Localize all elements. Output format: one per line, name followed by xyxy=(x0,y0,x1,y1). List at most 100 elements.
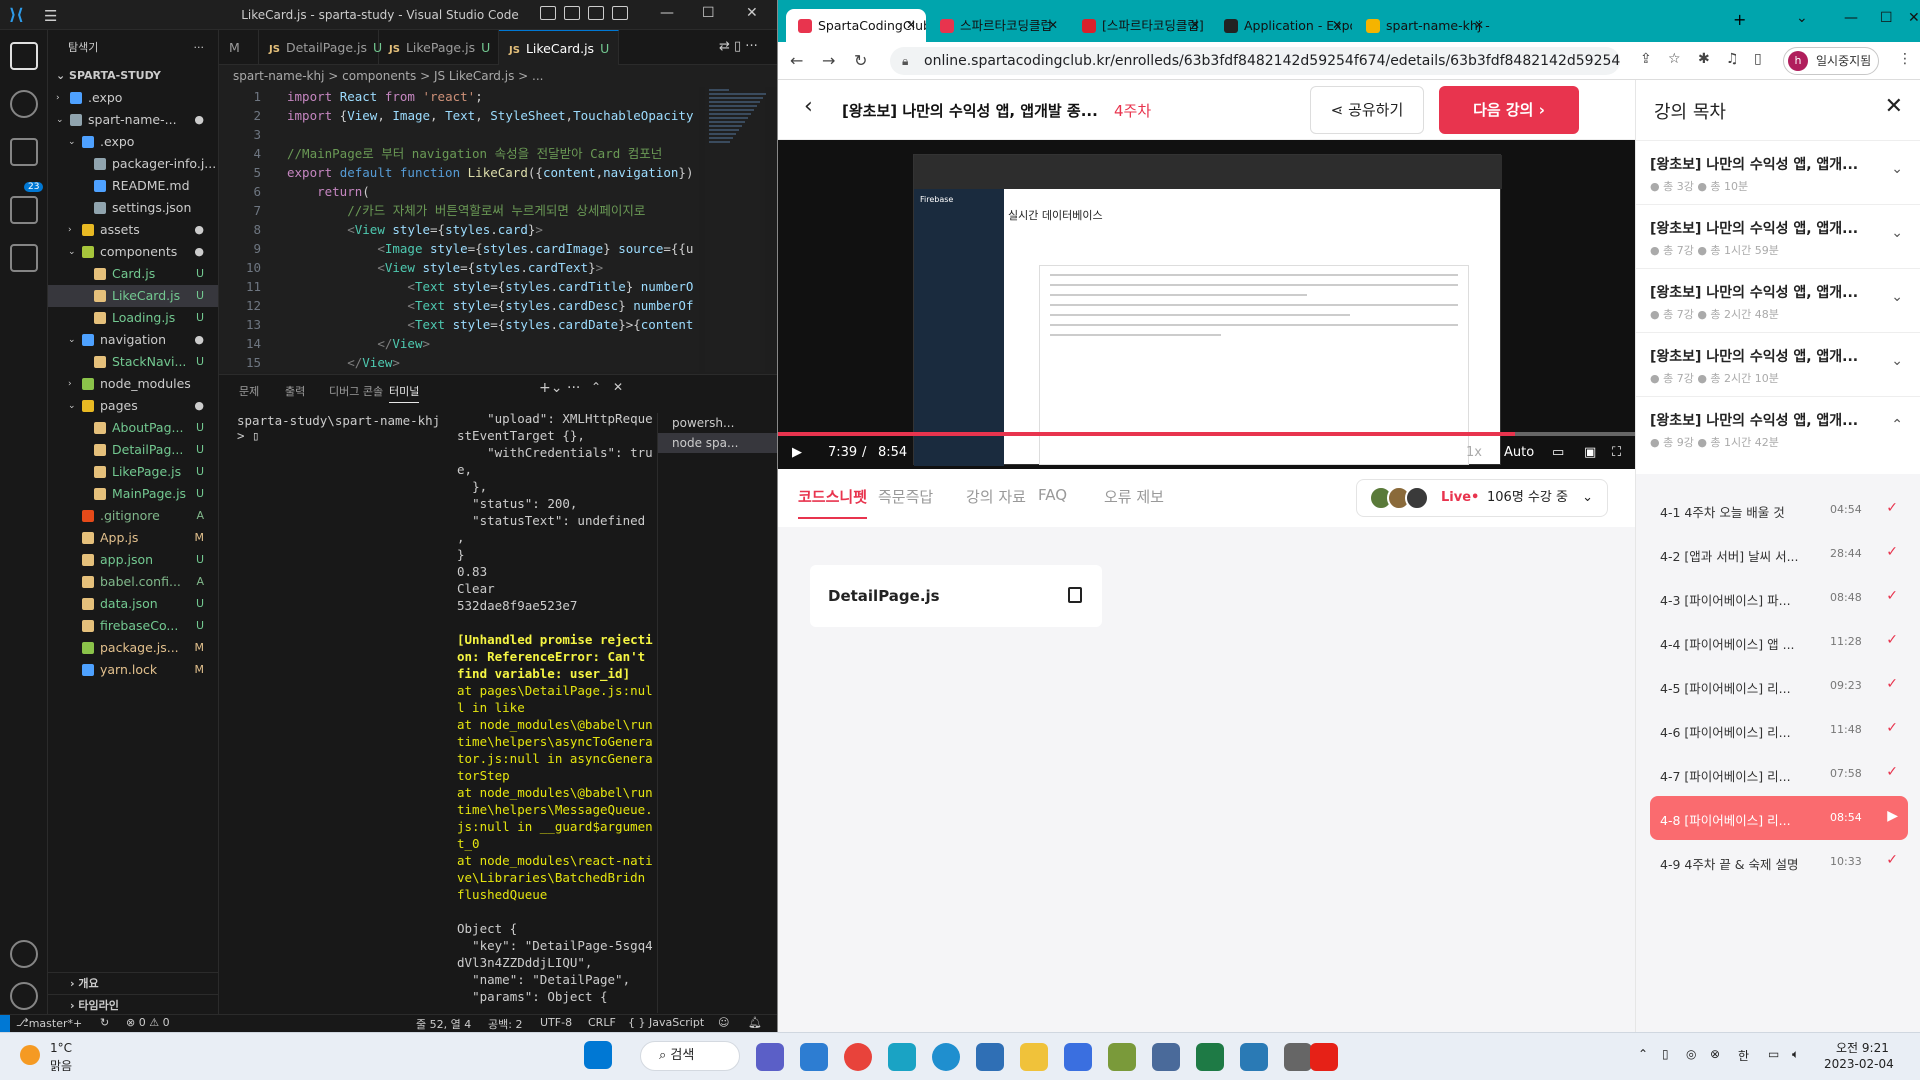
app-tray-icon[interactable]: ◎ xyxy=(1686,1047,1696,1061)
share-page-icon[interactable]: ⇪ xyxy=(1640,51,1652,67)
media-icon[interactable]: ♫ xyxy=(1726,51,1739,67)
network-icon[interactable]: ▭ xyxy=(1768,1047,1779,1061)
tree-item[interactable]: packager-info.j... xyxy=(48,153,218,175)
video-player[interactable]: Firebase 실시간 데이터베이스 ▶ 7:39 / 8:54 🔈︎ 1x … xyxy=(778,140,1635,469)
menu-icon[interactable]: ☰ xyxy=(44,7,57,25)
more-actions-icon[interactable]: ··· xyxy=(194,30,205,65)
fullscreen-icon[interactable]: ⛶ xyxy=(1612,445,1621,460)
editor-tab[interactable]: JSLikeCard.jsU ✕ xyxy=(499,30,619,93)
code-editor[interactable]: 1 import React from 'react'; 2 import {View… xyxy=(219,87,699,372)
line-ending[interactable]: CRLF xyxy=(588,1016,616,1029)
search-icon[interactable] xyxy=(10,90,38,118)
tree-item[interactable]: firebaseCo... U xyxy=(48,615,218,637)
copy-icon[interactable] xyxy=(1068,587,1082,603)
volume-icon[interactable]: 🔈︎ xyxy=(1792,1047,1799,1062)
share-button[interactable]: ⋖ 공유하기 xyxy=(1310,86,1424,134)
close-tab-icon[interactable]: ✕ xyxy=(1332,9,1342,42)
new-tab-button[interactable]: + xyxy=(1733,10,1746,29)
panel-tab[interactable]: 문제 xyxy=(239,383,259,399)
lesson-item[interactable]: 4-1 4주차 오늘 배울 것 04:54 ✓ xyxy=(1650,488,1908,532)
source-control-icon[interactable] xyxy=(10,138,38,166)
tree-item[interactable]: app.json U xyxy=(48,549,218,571)
panel-tab[interactable]: 출력 xyxy=(285,383,305,399)
chrome-icon[interactable] xyxy=(844,1043,872,1071)
week-item[interactable]: [왕초보] 나만의 수익성 앱, 앱개... ● 총 3강 ● 총 10분 ⌄ xyxy=(1636,140,1920,204)
close-panel-icon[interactable]: ✕ xyxy=(613,380,623,394)
lesson-item[interactable]: 4-9 4주차 끝 & 숙제 설명 10:33 ✓ xyxy=(1650,840,1908,884)
week-item[interactable]: [왕초보] 나만의 수익성 앱, 앱개... ● 총 7강 ● 총 1시간 59분… xyxy=(1636,204,1920,268)
language-mode[interactable]: { } JavaScript xyxy=(628,1016,704,1029)
feedback-icon[interactable]: ☺ xyxy=(718,1016,729,1029)
monitor-icon[interactable] xyxy=(888,1043,916,1071)
week-item[interactable]: [왕초보] 나만의 수익성 앱, 앱개... ● 총 7강 ● 총 2시간 10분… xyxy=(1636,332,1920,396)
maximize-icon[interactable]: ☐ xyxy=(702,5,715,21)
browser-tab[interactable]: spart-name-khj - F ✕ xyxy=(1354,9,1494,42)
tree-item[interactable]: ⌄ spart-name-... ● xyxy=(48,109,218,131)
pip-icon[interactable]: ▣ xyxy=(1584,445,1596,460)
lecture-tab[interactable]: 코드스니펫 xyxy=(798,486,868,519)
browser-tab[interactable]: 스파르타코딩클럽 ✕ xyxy=(928,9,1068,42)
breadcrumb[interactable]: spart-name-khj > components > JS LikeCar… xyxy=(219,65,777,87)
speed-button[interactable]: 1x xyxy=(1466,445,1482,460)
lesson-item[interactable]: 4-2 [앱과 서버] 날씨 서... 28:44 ✓ xyxy=(1650,532,1908,576)
tree-item[interactable]: data.json U xyxy=(48,593,218,615)
browser-tab[interactable]: SpartaCodingClub ✕ xyxy=(786,9,926,42)
app-icon[interactable] xyxy=(1108,1043,1136,1071)
tree-item[interactable]: › .expo xyxy=(48,87,218,109)
captions-icon[interactable]: ▭ xyxy=(1552,445,1564,460)
cursor-position[interactable]: 줄 52, 열 4 xyxy=(416,1016,471,1032)
indentation[interactable]: 공백: 2 xyxy=(488,1016,522,1032)
tree-item[interactable]: ⌄ .expo xyxy=(48,131,218,153)
terminal-instance[interactable]: powersh... xyxy=(658,413,777,433)
tree-item[interactable]: yarn.lock M xyxy=(48,659,218,681)
explorer-icon[interactable] xyxy=(10,42,38,70)
app-icon[interactable] xyxy=(1064,1043,1092,1071)
close-tab-icon[interactable]: ✕ xyxy=(1190,9,1200,42)
problems-indicator[interactable]: ⊗ 0 ⚠ 0 xyxy=(126,1016,170,1029)
new-terminal-icon[interactable]: +⌄ xyxy=(539,380,562,396)
reload-icon[interactable]: ↻ xyxy=(854,51,867,70)
maximize-panel-icon[interactable]: ⌃ xyxy=(591,380,601,394)
usb-icon[interactable]: ▯ xyxy=(1662,1047,1669,1061)
branch-indicator[interactable]: ⎇ master*+ xyxy=(16,1016,82,1030)
tree-item[interactable]: MainPage.js U xyxy=(48,483,218,505)
encoding[interactable]: UTF-8 xyxy=(540,1016,572,1029)
tree-item[interactable]: babel.confi... A xyxy=(48,571,218,593)
tree-item[interactable]: package.js... M xyxy=(48,637,218,659)
timeline-header[interactable]: › 타임라인 xyxy=(48,994,219,1016)
start-icon[interactable] xyxy=(584,1041,612,1069)
minimize-icon[interactable]: — xyxy=(1844,10,1858,26)
close-tab-icon[interactable]: ✕ xyxy=(906,9,916,42)
app-icon[interactable] xyxy=(1284,1043,1312,1071)
tree-item[interactable]: Card.js U xyxy=(48,263,218,285)
play-icon[interactable]: ▶ xyxy=(792,445,802,460)
edge-icon[interactable] xyxy=(932,1043,960,1071)
next-lecture-button[interactable]: 다음 강의 › xyxy=(1439,86,1579,134)
bookmark-star-icon[interactable]: ☆ xyxy=(1668,51,1681,67)
excel-icon[interactable] xyxy=(1196,1043,1224,1071)
maximize-icon[interactable]: ☐ xyxy=(1880,10,1893,26)
browser-tab[interactable]: [스파르타코딩클럽] ✕ xyxy=(1070,9,1210,42)
lecture-tab[interactable]: 즉문즉답 xyxy=(878,486,933,507)
tree-item[interactable]: README.md xyxy=(48,175,218,197)
terminal-prompt-area[interactable]: sparta-study\spart-name-khj > ▯ xyxy=(237,413,442,443)
media-player-icon[interactable] xyxy=(976,1043,1004,1071)
code-snippet-card[interactable]: DetailPage.js xyxy=(810,565,1102,627)
side-panel-icon[interactable]: ▯ xyxy=(1754,51,1762,67)
app-tray-icon[interactable]: ⊗ xyxy=(1710,1047,1720,1061)
lesson-item[interactable]: 4-3 [파이어베이스] 파... 08:48 ✓ xyxy=(1650,576,1908,620)
tree-item[interactable]: App.js M xyxy=(48,527,218,549)
lecture-tab[interactable]: FAQ xyxy=(1038,486,1067,504)
toggle-sidebar-icon[interactable] xyxy=(540,6,556,20)
live-viewers[interactable]: Live• 106명 수강 중 ⌄ xyxy=(1356,479,1608,517)
lesson-item[interactable]: 4-6 [파이어베이스] 리... 11:48 ✓ xyxy=(1650,708,1908,752)
profile-button[interactable]: h 일시중지됨 xyxy=(1783,47,1879,75)
week-item[interactable]: [왕초보] 나만의 수익성 앱, 앱개... ● 총 9강 ● 총 1시간 42분… xyxy=(1636,396,1920,460)
tree-item[interactable]: LikeCard.js U xyxy=(48,285,218,307)
chevron-up-icon[interactable]: ⌃ xyxy=(1638,1047,1648,1061)
close-toc-icon[interactable]: ✕ xyxy=(1885,94,1903,119)
customize-layout-icon[interactable] xyxy=(612,6,628,20)
tree-item[interactable]: › node_modules xyxy=(48,373,218,395)
tree-item[interactable]: ⌄ components ● xyxy=(48,241,218,263)
app-icon[interactable] xyxy=(1240,1043,1268,1071)
